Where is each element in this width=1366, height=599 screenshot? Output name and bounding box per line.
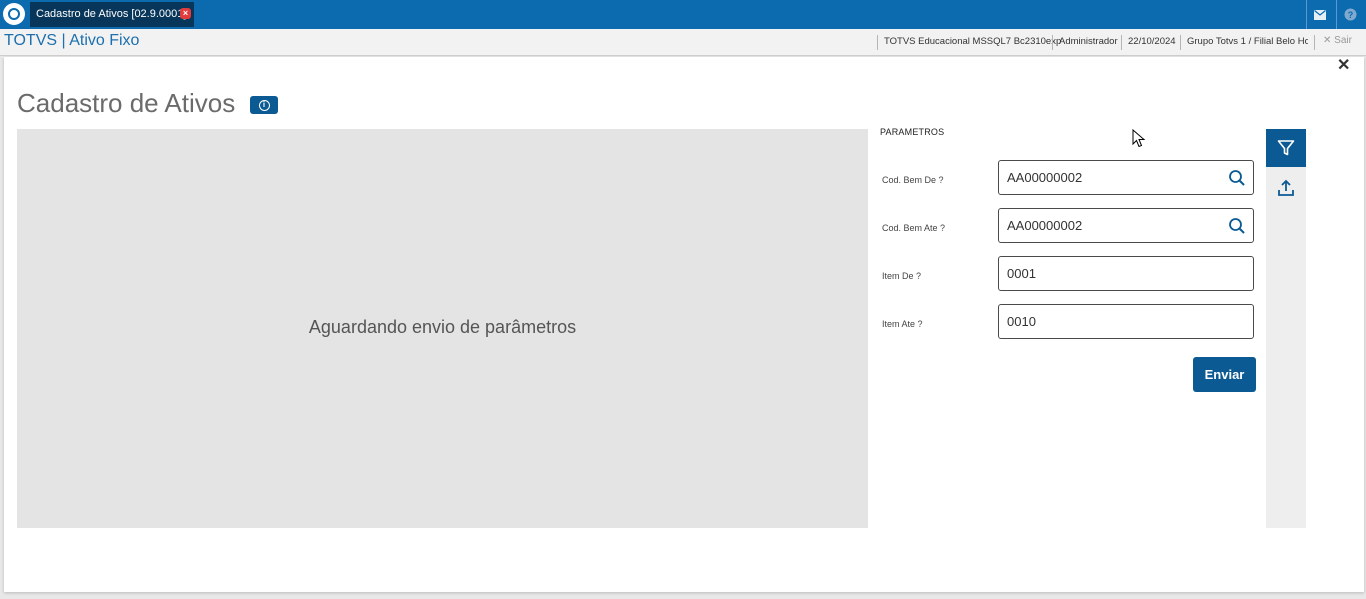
info-icon: i: [258, 99, 270, 111]
upload-icon[interactable]: [1266, 173, 1306, 203]
submit-button[interactable]: Enviar: [1193, 357, 1256, 392]
cod-bem-de-value[interactable]: AA00000002: [1007, 170, 1082, 185]
params-section-label: PARAMETROS: [880, 127, 945, 137]
item-ate-value[interactable]: 0010: [1007, 314, 1036, 329]
item-ate-field[interactable]: 0010: [998, 304, 1254, 339]
item-de-label: Item De ?: [882, 271, 922, 281]
date-label[interactable]: 22/10/2024: [1121, 35, 1182, 50]
item-de-value[interactable]: 0001: [1007, 266, 1036, 281]
search-icon[interactable]: [1228, 217, 1246, 235]
branch-label[interactable]: Grupo Totvs 1 / Filial Belo Hor: [1180, 35, 1308, 50]
item-ate-label: Item Ate ?: [882, 319, 923, 329]
tab-cadastro-de-ativos[interactable]: Cadastro de Ativos [02.9.0001] ×: [30, 2, 194, 27]
totvs-logo-icon[interactable]: [3, 3, 25, 25]
cod-bem-de-field[interactable]: AA00000002: [998, 160, 1254, 195]
logout-button[interactable]: ✕ Sair: [1314, 35, 1352, 50]
close-icon[interactable]: ✕: [1337, 55, 1350, 75]
info-bar: TOTVS | Ativo Fixo TOTVS Educacional MSS…: [0, 29, 1366, 56]
user-label[interactable]: Administrador: [1052, 35, 1124, 50]
page-title: Cadastro de Ativos: [17, 88, 236, 118]
info-button[interactable]: i: [250, 96, 278, 114]
cod-bem-de-label: Cod. Bem De ?: [882, 175, 944, 185]
cod-bem-ate-field[interactable]: AA00000002: [998, 208, 1254, 243]
tab-title: Cadastro de Ativos [02.9.0001]: [36, 8, 187, 20]
svg-text:?: ?: [1347, 10, 1353, 20]
side-toolbar: [1266, 129, 1306, 528]
help-icon[interactable]: ?: [1336, 0, 1363, 29]
mouse-cursor-icon: [1132, 128, 1146, 154]
preview-message: Aguardando envio de parâmetros: [308, 317, 577, 337]
mail-icon[interactable]: [1306, 0, 1333, 29]
tab-close-icon[interactable]: ×: [180, 8, 191, 19]
filter-icon[interactable]: [1266, 129, 1306, 167]
item-de-field[interactable]: 0001: [998, 256, 1254, 291]
cod-bem-ate-value[interactable]: AA00000002: [1007, 218, 1082, 233]
search-icon[interactable]: [1228, 169, 1246, 187]
environment-label: TOTVS Educacional MSSQL7 Bc2310exp: [877, 35, 1067, 50]
cod-bem-ate-label: Cod. Bem Ate ?: [882, 223, 946, 233]
app-title: TOTVS | Ativo Fixo: [4, 32, 140, 49]
report-preview-area: Aguardando envio de parâmetros: [17, 129, 868, 528]
top-bar: Cadastro de Ativos [02.9.0001] × ?: [0, 0, 1366, 29]
